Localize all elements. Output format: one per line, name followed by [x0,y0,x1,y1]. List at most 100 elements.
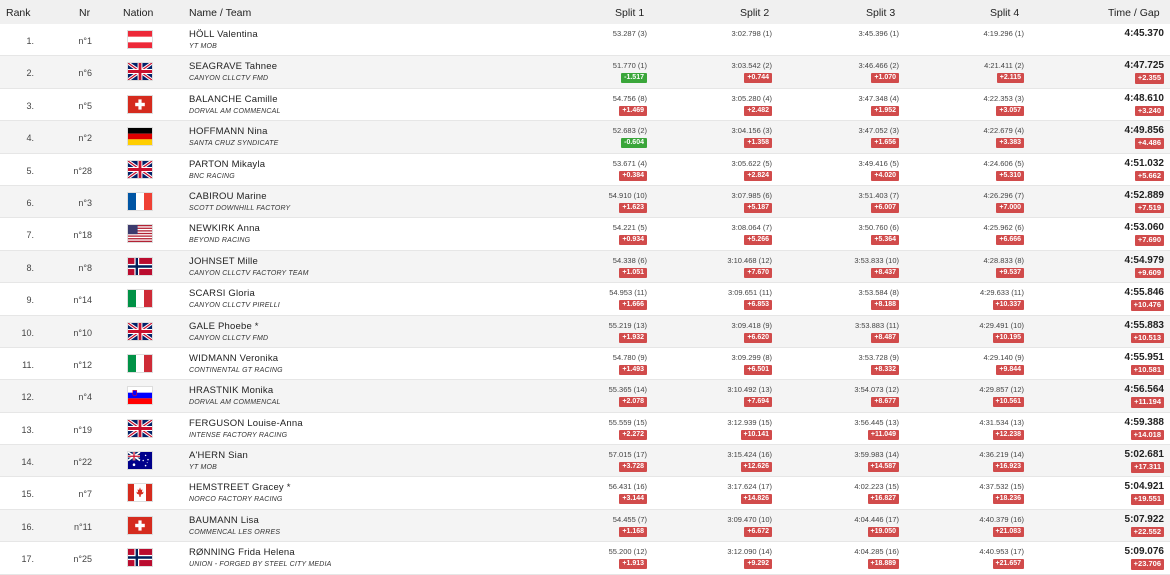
rider-name[interactable]: RØNNING Frida Helena [189,547,295,558]
split-time: 3:10.492 (13) [727,385,772,395]
result-row[interactable]: 8. n°8 JOHNSET Mille CANYON CLLCTV FACTO… [0,250,1170,284]
result-row[interactable]: 3. n°5 BALANCHE Camille DORVAL AM COMMEN… [0,88,1170,122]
split-cell: 4:22.353 (3) +3.057 [904,89,1024,121]
rider-name[interactable]: BALANCHE Camille [189,94,278,105]
split-time: 4:24.606 (5) [983,158,1024,168]
split-time: 3:54.073 (12) [854,385,899,395]
split-time: 4:29.857 (12) [979,385,1024,395]
nation-flag-icon [127,483,153,503]
rider-name[interactable]: GALE Phoebe * [189,321,259,332]
total-time-cell: 4:53.060 +7.690 [1040,218,1164,250]
total-time-cell: 4:54.979 +9.609 [1040,251,1164,283]
header-nation: Nation [123,7,154,19]
rider-name[interactable]: NEWKIRK Anna [189,223,260,234]
rider-name[interactable]: WIDMANN Veronika [189,353,278,364]
result-row[interactable]: 17. n°25 RØNNING Frida Helena UNION - FO… [0,542,1170,575]
split-cell: 52.683 (2) -0.604 [527,121,647,153]
total-gap-badge: +17.311 [1131,462,1164,473]
result-row[interactable]: 7. n°18 NEWKIRK Anna BEYOND RACING 54.22… [0,218,1170,251]
rider-name[interactable]: A'HERN Sian [189,450,248,461]
result-row[interactable]: 14. n°22 A'HERN Sian YT MOB 57.015 (17) … [0,445,1170,478]
split-cell: 3:53.728 (9) +8.332 [779,348,899,380]
rank-value: 11. [22,359,34,370]
split-cell: 3:54.073 (12) +8.677 [779,380,899,412]
split-cell: 53.287 (3) [527,24,647,56]
nation-flag-icon [127,159,153,179]
result-row[interactable]: 6. n°3 CABIROU Marine SCOTT DOWNHILL FAC… [0,185,1170,219]
split-cell: 4:19.296 (1) [904,24,1024,56]
result-row[interactable]: 12. n°4 HRASTNIK Monika DORVAL AM COMMEN… [0,380,1170,413]
total-time-cell: 4:45.370 [1040,24,1164,56]
rank-value: 8. [26,262,34,273]
split-time: 3:56.445 (13) [854,417,899,427]
split-cell: 54.756 (8) +1.469 [527,89,647,121]
result-row[interactable]: 11. n°12 WIDMANN Veronika CONTINENTAL GT… [0,347,1170,381]
result-row[interactable]: 1. n°1 HÖLL Valentina YT MOB 53.287 (3) … [0,24,1170,57]
split-gap-badge: +5.187 [744,202,772,213]
rider-name[interactable]: HOFFMANN Nina [189,126,268,137]
bib-number: n°19 [73,424,92,435]
split-cell: 4:37.532 (15) +18.236 [904,477,1024,509]
rank-value: 7. [26,230,34,241]
split-gap-badge: +2.824 [744,170,772,181]
split-time: 3:47.052 (3) [858,126,899,136]
split-gap-badge: +12.626 [740,462,772,473]
split-gap-badge: +6.501 [744,364,772,375]
nation-flag-icon [127,353,153,373]
bib-number: n°7 [78,489,92,500]
rider-name[interactable]: JOHNSET Mille [189,256,258,267]
result-row[interactable]: 9. n°14 SCARSI Gloria CANYON CLLCTV PIRE… [0,283,1170,316]
result-row[interactable]: 2. n°6 SEAGRAVE Tahnee CANYON CLLCTV FMD… [0,56,1170,89]
split-time: 3:10.468 (12) [727,255,772,265]
rider-name[interactable]: HÖLL Valentina [189,29,258,40]
result-row[interactable]: 5. n°28 PARTON Mikayla BNC RACING 53.671… [0,153,1170,186]
bib-number: n°4 [78,392,92,403]
split-gap-badge: +7.694 [744,397,772,408]
rider-name[interactable]: FERGUSON Louise-Anna [189,418,303,429]
split-gap-badge: +11.049 [867,429,899,440]
result-row[interactable]: 4. n°2 HOFFMANN Nina SANTA CRUZ SYNDICAT… [0,121,1170,154]
split-time: 3:53.728 (9) [858,352,899,362]
split-time: 3:05.280 (4) [731,93,772,103]
split-time: 3:53.833 (10) [854,255,899,265]
split-cell: 3:51.403 (7) +6.007 [779,186,899,218]
split-time: 4:04.446 (17) [854,514,899,524]
split-gap-badge: +3.383 [996,138,1024,149]
split-time: 3:53.584 (8) [858,288,899,298]
split-cell: 3:04.156 (3) +1.358 [652,121,772,153]
nation-flag-icon [127,94,153,114]
split-gap-badge: +6.666 [996,235,1024,246]
split-time: 3:09.651 (11) [727,288,772,298]
split-cell: 4:29.140 (9) +9.844 [904,348,1024,380]
split-time: 4:29.140 (9) [983,352,1024,362]
split-gap-badge: +4.020 [871,170,899,181]
rider-name[interactable]: PARTON Mikayla [189,159,265,170]
rider-name[interactable]: SCARSI Gloria [189,288,255,299]
rider-name[interactable]: CABIROU Marine [189,191,267,202]
result-row[interactable]: 10. n°10 GALE Phoebe * CANYON CLLCTV FMD… [0,315,1170,348]
split-cell: 3:08.064 (7) +5.266 [652,218,772,250]
split-gap-badge: +14.587 [867,462,899,473]
rank-value: 14. [21,457,34,468]
team-name: DORVAL AM COMMENCAL [189,107,281,115]
nation-flag-icon [127,321,153,341]
rank-value: 16. [21,521,34,532]
result-row[interactable]: 16. n°11 BAUMANN Lisa COMMENCAL LES ORRE… [0,509,1170,543]
bib-number: n°10 [73,327,92,338]
split-time: 55.365 (14) [608,385,647,395]
team-name: BEYOND RACING [189,237,251,245]
split-cell: 3:05.280 (4) +2.482 [652,89,772,121]
result-row[interactable]: 15. n°7 HEMSTREET Gracey * NORCO FACTORY… [0,477,1170,510]
rider-name[interactable]: SEAGRAVE Tahnee [189,61,277,72]
split-gap-badge: -0.604 [621,138,647,149]
rider-name[interactable]: HEMSTREET Gracey * [189,482,291,493]
result-row[interactable]: 13. n°19 FERGUSON Louise-Anna INTENSE FA… [0,412,1170,446]
results-table-body: 1. n°1 HÖLL Valentina YT MOB 53.287 (3) … [0,24,1170,575]
team-name: DORVAL AM COMMENCAL [189,399,281,407]
total-time: 4:48.610 [1124,92,1164,104]
total-time: 4:56.564 [1124,384,1164,396]
rider-name[interactable]: BAUMANN Lisa [189,515,259,526]
rider-name[interactable]: HRASTNIK Monika [189,385,273,396]
total-time-cell: 4:51.032 +5.662 [1040,154,1164,186]
split-time: 4:22.679 (4) [983,126,1024,136]
